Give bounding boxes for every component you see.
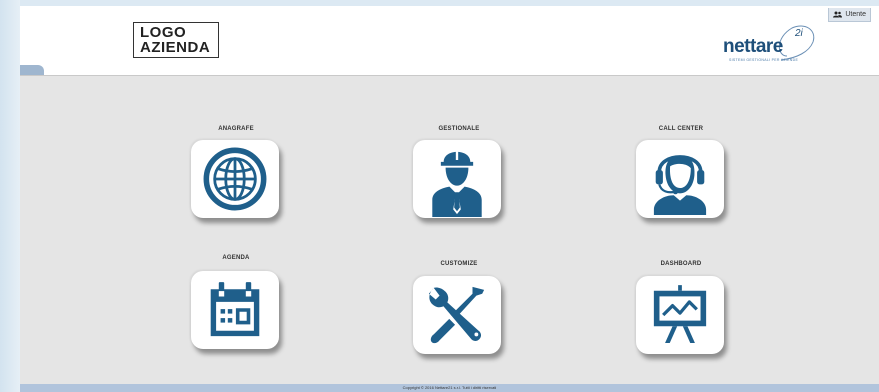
brand-logo: nettare 2i SISTEMI GESTIONALI PER AZIEND… bbox=[717, 16, 817, 68]
users-icon bbox=[833, 11, 843, 18]
tile-agenda[interactable] bbox=[191, 271, 279, 349]
tile-dashboard[interactable] bbox=[636, 276, 724, 354]
logo-line-2: AZIENDA bbox=[140, 39, 211, 56]
tile-label-agenda: AGENDA bbox=[222, 255, 250, 261]
brand-superscript: 2i bbox=[795, 28, 803, 39]
tile-call-center[interactable] bbox=[636, 140, 724, 218]
calendar-icon bbox=[210, 282, 260, 337]
tile-label-anagrafe: ANAGRAFE bbox=[218, 126, 254, 132]
footer: Copyright © 2016 Nettare21 s.r.l. Tutti … bbox=[20, 384, 879, 392]
copyright-text: Copyright © 2016 Nettare21 s.r.l. Tutti … bbox=[402, 385, 497, 390]
tools-icon bbox=[428, 286, 485, 344]
user-label: Utente bbox=[845, 11, 866, 18]
headset-operator-icon bbox=[653, 155, 707, 215]
tile-anagrafe[interactable] bbox=[191, 140, 279, 218]
user-menu-button[interactable]: Utente bbox=[828, 8, 871, 22]
tile-label-customize: CUSTOMIZE bbox=[440, 261, 478, 267]
logo-line-1: LOGO bbox=[140, 24, 187, 41]
tile-label-call-center: CALL CENTER bbox=[658, 126, 704, 132]
tile-label-gestionale: GESTIONALE bbox=[438, 126, 480, 132]
left-background-strip bbox=[0, 0, 20, 392]
header: LOGO AZIENDA nettare 2i SISTEMI GESTIONA… bbox=[20, 6, 879, 76]
brand-name: nettare bbox=[723, 36, 783, 57]
globe-icon bbox=[203, 147, 267, 211]
presentation-chart-icon bbox=[653, 285, 707, 343]
header-side-tab[interactable] bbox=[20, 65, 44, 75]
app-window: LOGO AZIENDA nettare 2i SISTEMI GESTIONA… bbox=[20, 6, 879, 392]
tile-customize[interactable] bbox=[413, 276, 501, 354]
brand-tagline: SISTEMI GESTIONALI PER AZIENDE bbox=[729, 58, 799, 62]
tile-gestionale[interactable] bbox=[413, 140, 501, 218]
tile-label-dashboard: DASHBOARD bbox=[660, 261, 702, 267]
company-logo: LOGO AZIENDA bbox=[133, 22, 219, 58]
worker-icon bbox=[432, 150, 482, 217]
